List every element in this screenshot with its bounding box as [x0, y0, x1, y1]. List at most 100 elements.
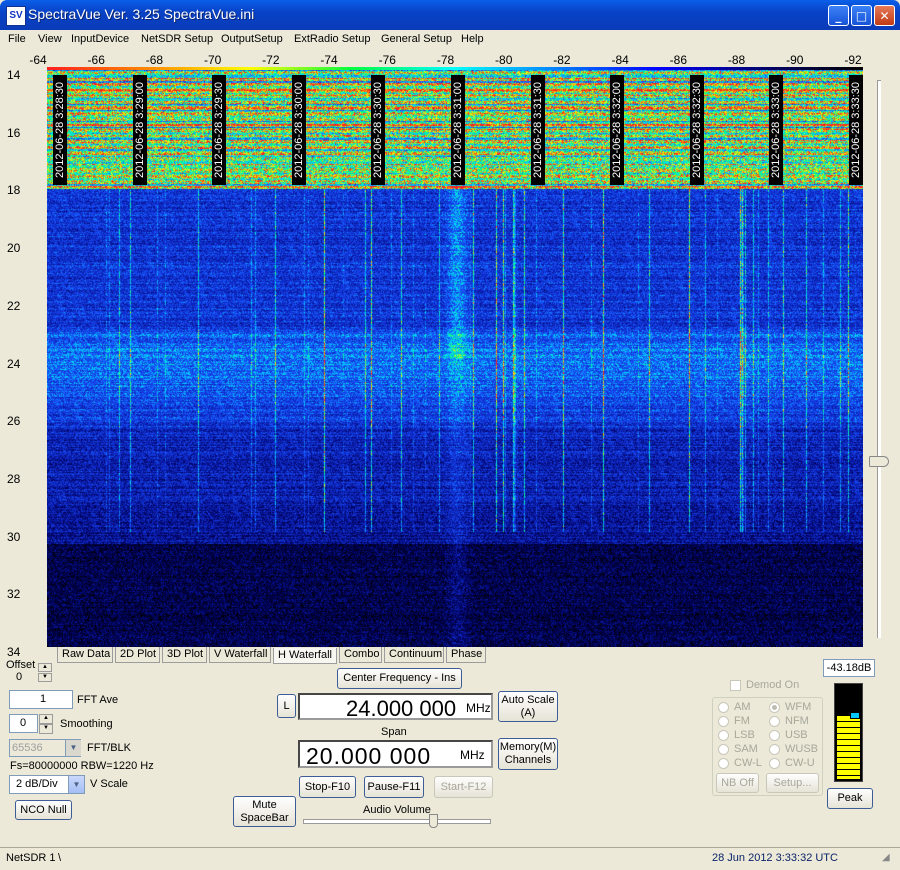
y-tick-label: 16 — [7, 125, 21, 140]
tab-raw-data[interactable]: Raw Data — [57, 647, 113, 663]
timestamp-label: 2012-06-28 3:29:00 — [132, 75, 147, 185]
status-bar: NetSDR 1 \ 28 Jun 2012 3:33:32 UTC ◢ — [0, 847, 900, 870]
tab-h-waterfall[interactable]: H Waterfall — [273, 648, 337, 664]
x-tick-label: -72 — [262, 53, 280, 67]
signal-level-readout: -43.18dB — [823, 659, 875, 677]
mode-radio-usb[interactable] — [769, 730, 780, 741]
l-button[interactable]: L — [277, 694, 296, 718]
center-frequency-value: 24.000 000 — [346, 696, 457, 721]
mode-label-lsb: LSB — [734, 729, 755, 741]
timestamp-text: 2012-06-28 3:29:30 — [213, 81, 226, 179]
x-tick-label: -76 — [378, 53, 396, 67]
mode-radio-fm[interactable] — [718, 716, 729, 727]
mode-label-am: AM — [734, 701, 751, 713]
y-tick-label: 34 — [7, 645, 21, 659]
y-tick-label: 22 — [7, 298, 21, 313]
vertical-scale-slider-track[interactable] — [877, 80, 881, 638]
maximize-button[interactable]: □ — [851, 5, 872, 26]
tab-v-waterfall[interactable]: V Waterfall — [209, 647, 271, 663]
mode-radio-cw-l[interactable] — [718, 758, 729, 769]
audio-volume-label: Audio Volume — [363, 804, 431, 816]
mode-radio-cw-u[interactable] — [769, 758, 780, 769]
timestamp-label: 2012-06-28 3:31:30 — [530, 75, 545, 185]
menu-view[interactable]: View — [38, 33, 62, 45]
menu-inputdevice[interactable]: InputDevice — [71, 33, 129, 45]
fft-ave-label: FFT Ave — [77, 694, 119, 706]
mode-radio-wfm[interactable] — [769, 702, 780, 713]
demod-on-checkbox[interactable] — [730, 680, 741, 691]
vertical-scale-slider-thumb[interactable] — [869, 456, 889, 467]
fft-blk-dropdown-icon[interactable]: ▼ — [65, 740, 81, 756]
y-tick-label: 24 — [7, 356, 21, 371]
smoothing-up-button[interactable]: ▲ — [39, 714, 53, 724]
y-tick-label: 30 — [7, 529, 21, 544]
timestamp-text: 2012-06-28 3:32:30 — [690, 81, 703, 179]
tab-2d-plot[interactable]: 2D Plot — [115, 647, 160, 663]
mode-label-usb: USB — [785, 729, 808, 741]
mode-label-fm: FM — [734, 715, 750, 727]
menu-netsdr-setup[interactable]: NetSDR Setup — [141, 33, 213, 45]
demod-on-label: Demod On — [746, 679, 800, 691]
menu-file[interactable]: File — [8, 33, 26, 45]
x-tick-label: -64 — [29, 53, 47, 67]
smoothing-input[interactable]: 0 — [9, 714, 38, 733]
timestamp-label: 2012-06-28 3:32:30 — [689, 75, 704, 185]
auto-scale-button[interactable]: Auto Scale (A) — [498, 691, 558, 722]
y-tick-label: 26 — [7, 414, 21, 429]
menu-outputsetup[interactable]: OutputSetup — [221, 33, 283, 45]
span-value: 20.000 000 — [306, 743, 432, 769]
stop-button[interactable]: Stop-F10 — [299, 776, 356, 798]
tab-combo[interactable]: Combo — [339, 647, 382, 663]
timestamp-text: 2012-06-28 3:31:00 — [452, 81, 464, 179]
smoothing-label: Smoothing — [60, 718, 113, 730]
timestamp-label: 2012-06-28 3:32:00 — [610, 75, 625, 185]
pause-button[interactable]: Pause-F11 — [364, 776, 424, 798]
mode-radio-am[interactable] — [718, 702, 729, 713]
offset-up-button[interactable]: ▲ — [38, 663, 52, 672]
center-frequency-button[interactable]: Center Frequency - Ins — [337, 668, 462, 689]
peak-button[interactable]: Peak — [827, 788, 873, 809]
fft-blk-label: FFT/BLK — [87, 742, 132, 754]
mode-radio-lsb[interactable] — [718, 730, 729, 741]
audio-volume-thumb[interactable] — [429, 814, 439, 828]
timestamp-label: 2012-06-28 3:29:30 — [212, 75, 227, 185]
signal-meter-bar — [837, 715, 860, 779]
timestamp-text: 2012-06-28 3:30:00 — [292, 81, 305, 179]
tab-continuum[interactable]: Continuum — [384, 647, 444, 663]
timestamp-label: 2012-06-28 3:33:30 — [849, 75, 863, 185]
mode-radio-nfm[interactable] — [769, 716, 780, 727]
vscale-dropdown-icon[interactable]: ▼ — [68, 776, 84, 793]
tab-phase[interactable]: Phase — [446, 647, 486, 663]
mode-label-cw-u: CW-U — [785, 757, 815, 769]
memory-channels-button[interactable]: Memory(M) Channels — [498, 738, 558, 770]
tab-3d-plot[interactable]: 3D Plot — [162, 647, 207, 663]
title-bar[interactable]: SV SpectraVue Ver. 3.25 SpectraVue.ini _… — [0, 0, 900, 30]
close-button[interactable]: ✕ — [874, 5, 895, 26]
nb-off-button[interactable]: NB Off — [716, 773, 759, 793]
y-tick-label: 18 — [7, 183, 21, 198]
fft-ave-input[interactable]: 1 — [9, 690, 73, 709]
smoothing-down-button[interactable]: ▼ — [39, 724, 53, 734]
mode-radio-wusb[interactable] — [769, 744, 780, 755]
timestamp-label: 2012-06-28 3:33:00 — [769, 75, 784, 185]
resize-grip-icon[interactable]: ◢ — [882, 852, 890, 863]
center-frequency-display[interactable]: 24.000 000 MHz — [298, 693, 493, 721]
mute-button[interactable]: Mute SpaceBar — [233, 796, 296, 827]
offset-value: 0 — [16, 671, 23, 683]
offset-down-button[interactable]: ▼ — [38, 673, 52, 682]
mode-label-cw-l: CW-L — [734, 757, 762, 769]
x-tick-label: -90 — [786, 53, 804, 67]
x-tick-label: -86 — [669, 53, 688, 67]
setup-button[interactable]: Setup... — [766, 773, 819, 793]
x-tick-label: -84 — [611, 53, 629, 67]
minimize-button[interactable]: _ — [828, 5, 849, 26]
menu-general-setup[interactable]: General Setup — [381, 33, 452, 45]
mode-radio-sam[interactable] — [718, 744, 729, 755]
nco-null-button[interactable]: NCO Null — [15, 800, 72, 820]
span-display[interactable]: 20.000 000 MHz — [298, 740, 493, 769]
start-button[interactable]: Start-F12 — [434, 776, 493, 798]
audio-volume-track[interactable] — [303, 819, 491, 824]
fs-rbw-readout: Fs=80000000 RBW=1220 Hz — [10, 760, 154, 772]
menu-extradio-setup[interactable]: ExtRadio Setup — [294, 33, 370, 45]
menu-help[interactable]: Help — [461, 33, 484, 45]
